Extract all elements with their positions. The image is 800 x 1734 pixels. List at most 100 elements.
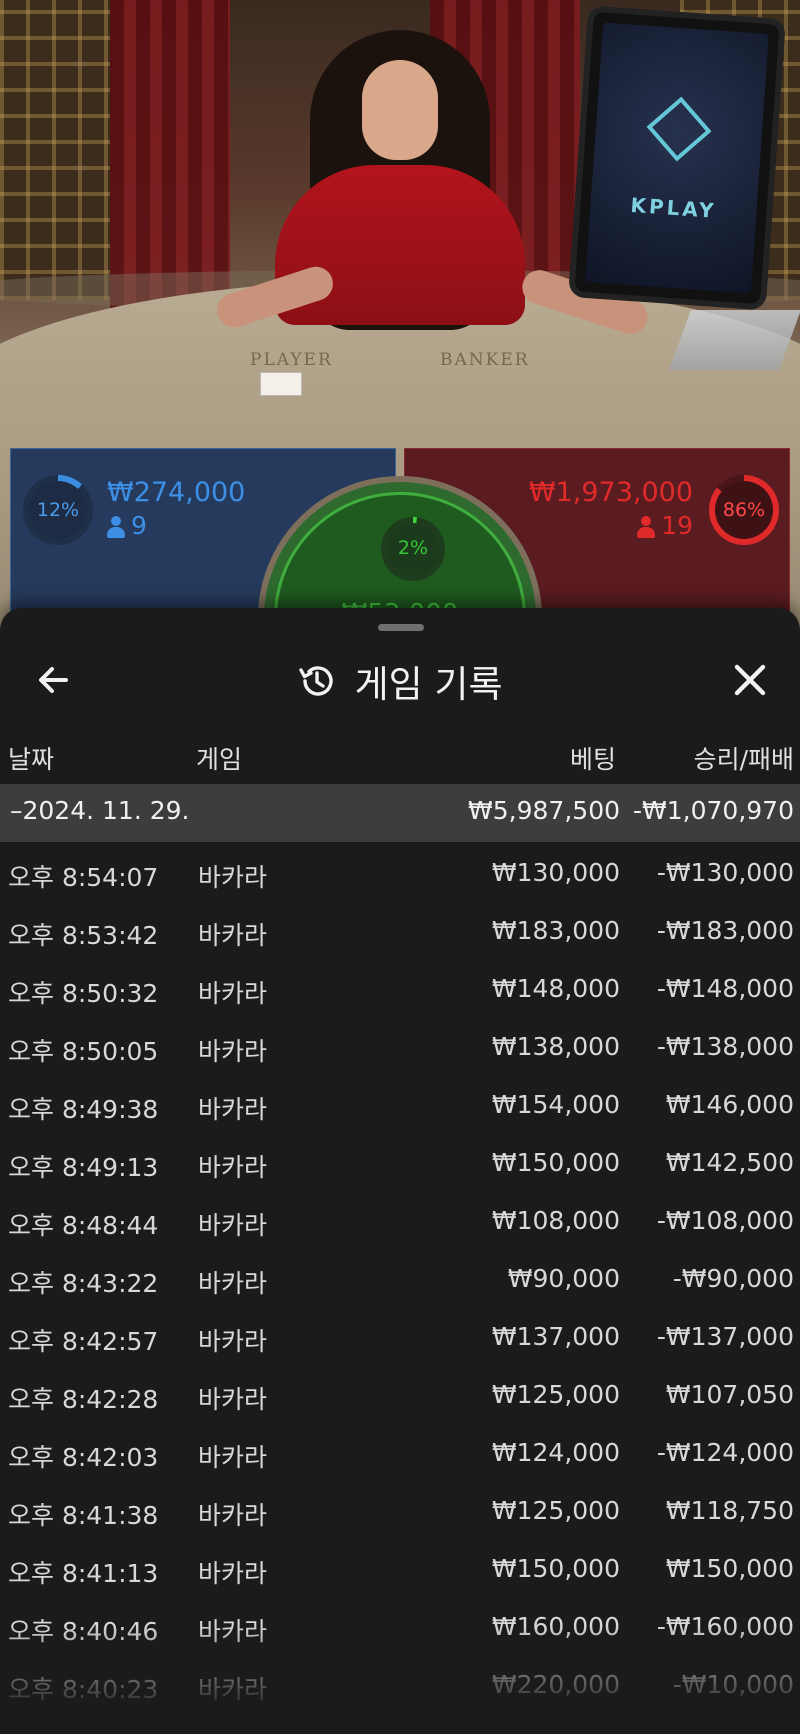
row-time: 오후 8:49:38 [8,1095,159,1124]
history-row[interactable]: 오후 8:40:46 바카라 ₩160,000 -₩160,000 [0,1596,800,1654]
playing-card [260,372,302,396]
history-row[interactable]: 오후 8:41:38 바카라 ₩125,000 ₩118,750 [0,1480,800,1538]
row-winloss: -₩130,000 [656,858,794,887]
sheet-drag-handle[interactable] [378,624,424,631]
dealer-face [362,60,438,160]
row-bet: ₩154,000 [491,1090,620,1119]
column-header-game[interactable]: 게임 [196,740,242,780]
row-winloss: ₩146,000 [665,1090,794,1119]
row-bet: ₩150,000 [491,1554,620,1583]
history-row[interactable]: 오후 8:50:32 바카라 ₩148,000 -₩148,000 [0,958,800,1016]
row-time: 오후 8:54:07 [8,863,159,892]
card-shoe [669,310,800,370]
row-time: 오후 8:53:42 [8,921,159,950]
person-icon [637,516,656,538]
row-game: 바카라 [198,1559,268,1588]
history-row[interactable]: 오후 8:42:57 바카라 ₩137,000 -₩137,000 [0,1306,800,1364]
history-row[interactable]: 오후 8:41:13 바카라 ₩150,000 ₩150,000 [0,1538,800,1596]
table-monitor: KPLAY [574,11,780,305]
row-game: 바카라 [198,863,268,892]
row-game: 바카라 [198,979,268,1008]
row-bet: ₩183,000 [491,916,620,945]
history-row[interactable]: 오후 8:43:22 바카라 ₩90,000 -₩90,000 [0,1248,800,1306]
row-game: 바카라 [198,1501,268,1530]
row-game: 바카라 [198,1385,268,1414]
row-bet: ₩160,000 [491,1612,620,1641]
row-bet: ₩125,000 [491,1380,620,1409]
row-winloss: -₩10,000 [672,1670,794,1699]
date-group-row[interactable]: –2024. 11. 29. ₩5,987,500 -₩1,070,970 [0,784,800,842]
row-time: 오후 8:41:13 [8,1559,159,1588]
banker-percent-ring: 86% [709,475,779,545]
row-game: 바카라 [198,1269,268,1298]
history-row[interactable]: 오후 8:54:07 바카라 ₩130,000 -₩130,000 [0,842,800,900]
banker-count: 19 [637,511,693,540]
row-winloss: ₩118,750 [665,1496,794,1525]
history-row[interactable]: 오후 8:50:05 바카라 ₩138,000 -₩138,000 [0,1016,800,1074]
row-winloss: ₩142,500 [665,1148,794,1177]
row-game: 바카라 [198,1327,268,1356]
row-bet: ₩90,000 [507,1264,620,1293]
row-game: 바카라 [198,1675,268,1704]
sheet-title: 게임 기록 [354,663,503,706]
player-count: 9 [107,511,147,540]
player-percent-ring: 12% [23,475,93,545]
history-clock-icon [299,666,334,696]
date-group-winloss-total: -₩1,070,970 [633,796,794,825]
row-game: 바카라 [198,1153,268,1182]
date-group-label: –2024. 11. 29. [10,796,190,825]
history-list: 오후 8:54:07 바카라 ₩130,000 -₩130,000 오후 8:53:4… [0,842,800,1712]
history-row[interactable]: 오후 8:49:13 바카라 ₩150,000 ₩142,500 [0,1132,800,1190]
row-winloss: ₩107,050 [665,1380,794,1409]
row-game: 바카라 [198,921,268,950]
row-time: 오후 8:42:03 [8,1443,159,1472]
column-header-date[interactable]: 날짜 [8,740,54,780]
row-game: 바카라 [198,1443,268,1472]
row-winloss: -₩183,000 [656,916,794,945]
row-winloss: -₩90,000 [672,1264,794,1293]
row-time: 오후 8:50:32 [8,979,159,1008]
monitor-screen: KPLAY [585,22,769,294]
row-game: 바카라 [198,1037,268,1066]
table-text-banker: BANKER [440,350,530,370]
row-time: 오후 8:43:22 [8,1269,159,1298]
row-winloss: -₩160,000 [656,1612,794,1641]
history-row[interactable]: 오후 8:48:44 바카라 ₩108,000 -₩108,000 [0,1190,800,1248]
row-bet: ₩124,000 [491,1438,620,1467]
person-icon [107,516,125,538]
row-winloss: -₩137,000 [656,1322,794,1351]
history-row[interactable]: 오후 8:40:23 바카라 ₩220,000 -₩10,000 [0,1654,800,1712]
close-x-icon [734,664,766,696]
row-bet: ₩148,000 [491,974,620,1003]
row-time: 오후 8:41:38 [8,1501,159,1530]
banker-bet-amount: ₩1,973,000 [528,477,693,508]
row-bet: ₩150,000 [491,1148,620,1177]
close-button[interactable] [726,656,774,704]
player-percent: 12% [36,499,80,521]
row-time: 오후 8:42:28 [8,1385,159,1414]
sheet-header: 게임 기록 [0,648,800,708]
table-text-player: PLAYER [250,350,333,370]
history-row[interactable]: 오후 8:42:28 바카라 ₩125,000 ₩107,050 [0,1364,800,1422]
history-row[interactable]: 오후 8:49:38 바카라 ₩154,000 ₩146,000 [0,1074,800,1132]
tie-percent: 2% [397,537,429,559]
row-bet: ₩108,000 [491,1206,620,1235]
row-winloss: ₩150,000 [665,1554,794,1583]
sheet-title-group: 게임 기록 [0,654,800,708]
row-bet: ₩220,000 [491,1670,620,1699]
row-time: 오후 8:40:46 [8,1617,159,1646]
player-bet-amount: ₩274,000 [107,477,246,508]
row-time: 오후 8:40:23 [8,1675,159,1704]
game-history-sheet: 게임 기록 날짜 게임 베팅 승리/패배 –2024. 11. 29. ₩5,9… [0,608,800,1734]
column-header-winloss[interactable]: 승리/패배 [694,740,794,780]
row-bet: ₩125,000 [491,1496,620,1525]
history-row[interactable]: 오후 8:42:03 바카라 ₩124,000 -₩124,000 [0,1422,800,1480]
history-row[interactable]: 오후 8:53:42 바카라 ₩183,000 -₩183,000 [0,900,800,958]
column-header-bet[interactable]: 베팅 [570,740,616,780]
row-bet: ₩138,000 [491,1032,620,1061]
kplay-logo-icon [646,96,712,162]
row-time: 오후 8:49:13 [8,1153,159,1182]
row-game: 바카라 [198,1617,268,1646]
row-winloss: -₩138,000 [656,1032,794,1061]
banker-percent: 86% [722,499,766,521]
